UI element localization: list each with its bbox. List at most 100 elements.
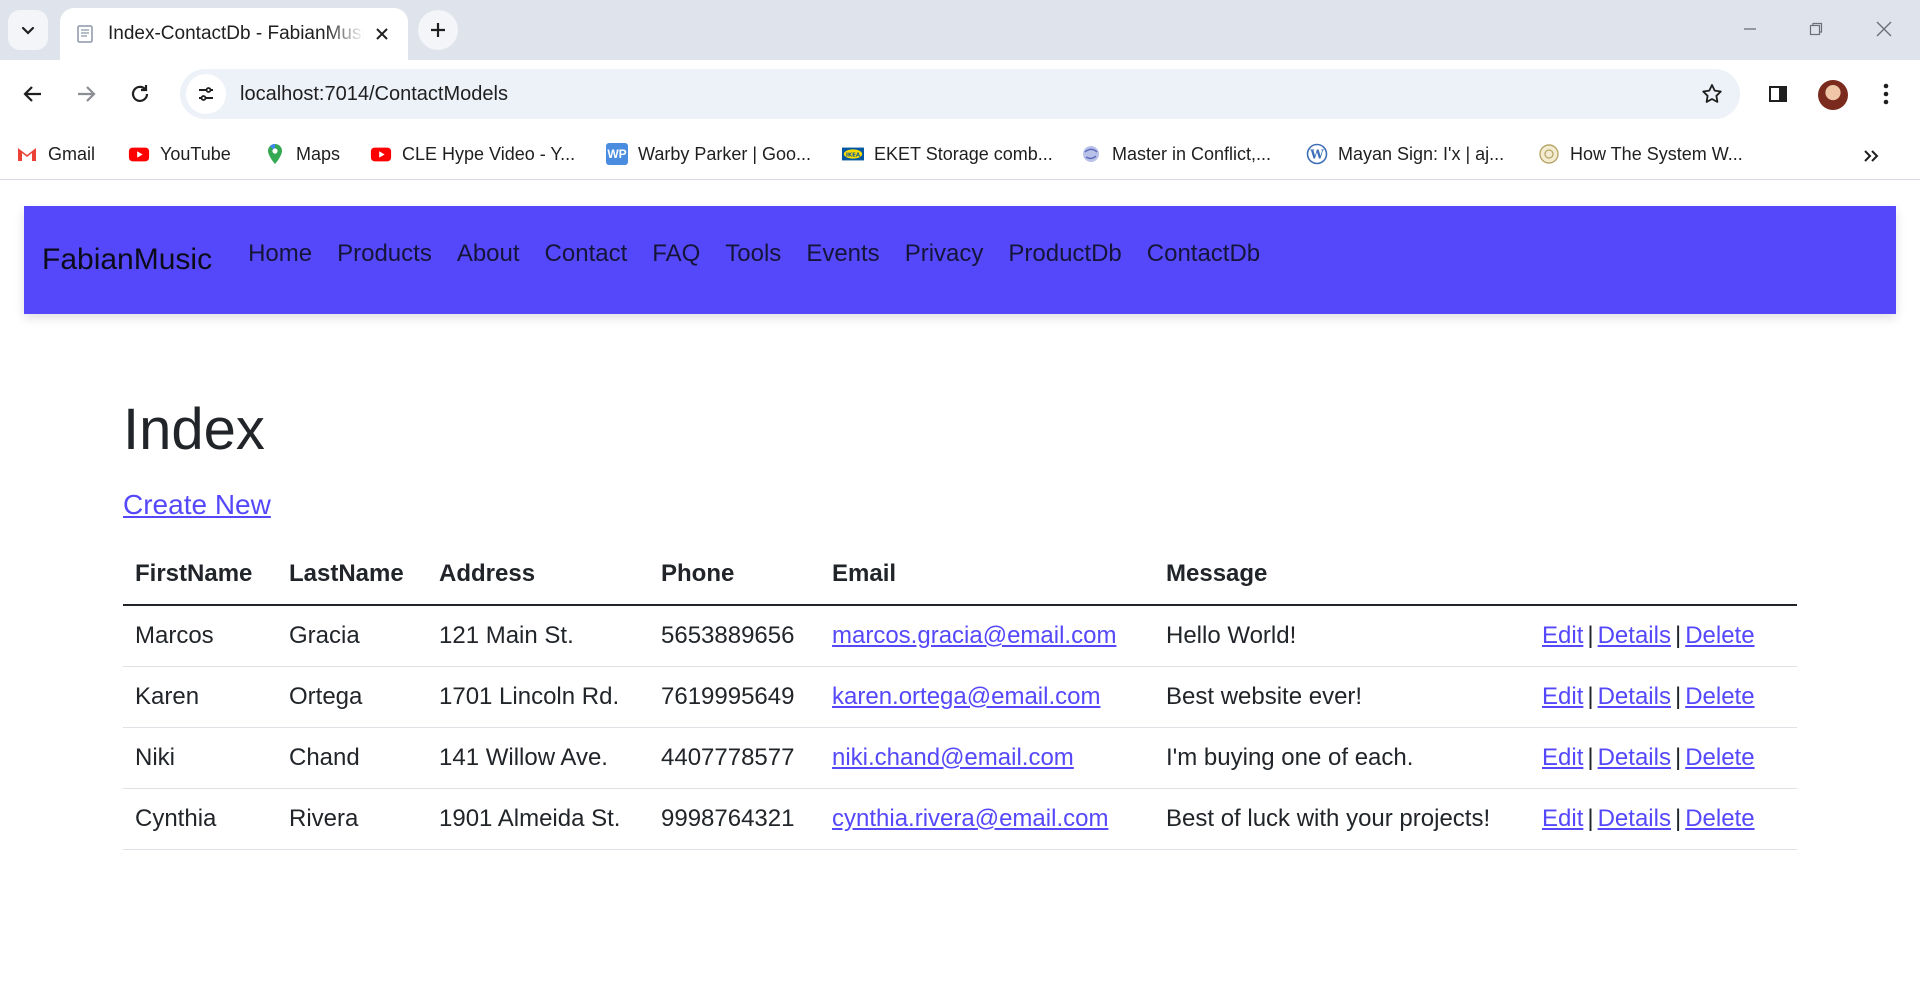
actions-header bbox=[1530, 543, 1797, 606]
phone-cell: 4407778577 bbox=[649, 727, 820, 789]
bookmark-label: Master in Conflict,... bbox=[1112, 143, 1272, 164]
bookmark-how-system[interactable]: How The System W... bbox=[1538, 138, 1743, 170]
email-cell: karen.ortega@email.com bbox=[820, 666, 1154, 728]
bookmark-youtube[interactable]: YouTube bbox=[128, 138, 231, 170]
active-tab[interactable]: Index-ContactDb - FabianMusic bbox=[60, 8, 408, 60]
email-link[interactable]: karen.ortega@email.com bbox=[832, 683, 1100, 710]
tab-strip: Index-ContactDb - FabianMusic bbox=[0, 0, 1920, 60]
back-button[interactable] bbox=[13, 74, 53, 114]
nav-privacy[interactable]: Privacy bbox=[905, 240, 984, 268]
table-row: Marcos Gracia 121 Main St. 5653889656 ma… bbox=[123, 605, 1797, 667]
more-vert-icon bbox=[1883, 83, 1889, 105]
restore-button[interactable] bbox=[1786, 6, 1846, 52]
details-link[interactable]: Details bbox=[1598, 622, 1671, 649]
table-row: Cynthia Rivera 1901 Almeida St. 99987643… bbox=[123, 788, 1797, 850]
ikea-icon: IKEA bbox=[842, 143, 864, 165]
nav-home[interactable]: Home bbox=[248, 240, 312, 268]
bookmark-eket[interactable]: IKEA EKET Storage comb... bbox=[842, 138, 1053, 170]
bookmark-gmail[interactable]: Gmail bbox=[16, 138, 95, 170]
details-link[interactable]: Details bbox=[1598, 805, 1671, 832]
nav-contactdb[interactable]: ContactDb bbox=[1147, 240, 1260, 268]
site-icon bbox=[1538, 143, 1560, 165]
gmail-icon bbox=[16, 143, 38, 165]
nav-events[interactable]: Events bbox=[806, 240, 879, 268]
last-name-cell: Ortega bbox=[277, 666, 427, 728]
main-content: Index Create New FirstName LastName Addr… bbox=[123, 397, 1797, 850]
site-info-button[interactable] bbox=[186, 74, 226, 114]
separator: | bbox=[1674, 682, 1682, 710]
minimize-button[interactable] bbox=[1720, 6, 1780, 52]
actions-cell: Edit | Details | Delete bbox=[1530, 666, 1797, 728]
bookmark-star-button[interactable] bbox=[1692, 74, 1732, 114]
bookmark-cle-hype[interactable]: CLE Hype Video - Y... bbox=[370, 138, 575, 170]
side-panel-button[interactable] bbox=[1758, 74, 1798, 114]
edit-link[interactable]: Edit bbox=[1542, 744, 1583, 771]
address-cell: 141 Willow Ave. bbox=[427, 727, 649, 789]
bookmark-label: Maps bbox=[296, 143, 341, 164]
email-link[interactable]: marcos.gracia@email.com bbox=[832, 622, 1116, 649]
message-cell: Best website ever! bbox=[1154, 666, 1530, 728]
bookmarks-overflow-button[interactable] bbox=[1856, 142, 1886, 170]
url-text: localhost:7014/ContactModels bbox=[240, 82, 508, 105]
delete-link[interactable]: Delete bbox=[1685, 805, 1754, 832]
column-header: LastName bbox=[277, 543, 427, 606]
email-link[interactable]: niki.chand@email.com bbox=[832, 744, 1074, 771]
tab-title: Index-ContactDb - FabianMusic bbox=[108, 23, 364, 44]
bookmark-maps[interactable]: Maps bbox=[264, 138, 340, 170]
tab-search-button[interactable] bbox=[8, 10, 48, 50]
nav-products[interactable]: Products bbox=[337, 240, 432, 268]
new-tab-button[interactable] bbox=[418, 10, 458, 50]
close-tab-icon[interactable] bbox=[370, 22, 394, 46]
profile-avatar[interactable] bbox=[1818, 80, 1848, 110]
column-header: Address bbox=[427, 543, 649, 606]
delete-link[interactable]: Delete bbox=[1685, 744, 1754, 771]
table-row: Niki Chand 141 Willow Ave. 4407778577 ni… bbox=[123, 727, 1797, 789]
nav-faq[interactable]: FAQ bbox=[652, 240, 700, 268]
email-link[interactable]: cynthia.rivera@email.com bbox=[832, 805, 1108, 832]
star-icon bbox=[1702, 84, 1722, 103]
message-cell: Best of luck with your projects! bbox=[1154, 788, 1530, 850]
restore-icon bbox=[1809, 22, 1823, 36]
delete-link[interactable]: Delete bbox=[1685, 622, 1754, 649]
last-name-cell: Chand bbox=[277, 727, 427, 789]
column-header: Message bbox=[1154, 543, 1530, 606]
column-header: Email bbox=[820, 543, 1154, 606]
nav-contact[interactable]: Contact bbox=[545, 240, 628, 268]
details-link[interactable]: Details bbox=[1598, 744, 1671, 771]
email-cell: marcos.gracia@email.com bbox=[820, 605, 1154, 667]
bookmark-mayan-sign[interactable]: W Mayan Sign: I'x | aj... bbox=[1306, 138, 1504, 170]
maps-icon bbox=[264, 143, 286, 165]
close-icon bbox=[1876, 21, 1892, 37]
menu-button[interactable] bbox=[1866, 74, 1906, 114]
edit-link[interactable]: Edit bbox=[1542, 622, 1583, 649]
bookmark-label: Warby Parker | Goo... bbox=[638, 143, 812, 164]
nav-about[interactable]: About bbox=[457, 240, 520, 268]
nav-tools[interactable]: Tools bbox=[725, 240, 781, 268]
create-new-link[interactable]: Create New bbox=[123, 489, 271, 521]
brand-link[interactable]: FabianMusic bbox=[42, 243, 212, 277]
wordpress-icon: W bbox=[1306, 143, 1328, 165]
details-link[interactable]: Details bbox=[1598, 683, 1671, 710]
edit-link[interactable]: Edit bbox=[1542, 805, 1583, 832]
svg-text:W: W bbox=[1309, 148, 1324, 162]
reload-button[interactable] bbox=[120, 74, 160, 114]
edit-link[interactable]: Edit bbox=[1542, 683, 1583, 710]
bookmark-warby-parker[interactable]: WP Warby Parker | Goo... bbox=[606, 138, 811, 170]
close-window-button[interactable] bbox=[1854, 6, 1914, 52]
youtube-icon bbox=[370, 143, 392, 165]
nav-productdb[interactable]: ProductDb bbox=[1008, 240, 1121, 268]
phone-cell: 5653889656 bbox=[649, 605, 820, 667]
delete-link[interactable]: Delete bbox=[1685, 683, 1754, 710]
actions-cell: Edit | Details | Delete bbox=[1530, 727, 1797, 789]
page-title: Index bbox=[123, 397, 265, 462]
separator: | bbox=[1674, 621, 1682, 649]
forward-button[interactable] bbox=[66, 74, 106, 114]
arrow-left-icon bbox=[23, 86, 41, 102]
wp-icon: WP bbox=[606, 143, 628, 165]
last-name-cell: Gracia bbox=[277, 605, 427, 667]
address-bar[interactable]: localhost:7014/ContactModels bbox=[180, 69, 1740, 119]
site-navbar: FabianMusic Home Products About Contact … bbox=[24, 206, 1896, 314]
separator: | bbox=[1674, 804, 1682, 832]
chevron-down-icon bbox=[21, 26, 35, 35]
bookmark-master-conflict[interactable]: Master in Conflict,... bbox=[1080, 138, 1271, 170]
